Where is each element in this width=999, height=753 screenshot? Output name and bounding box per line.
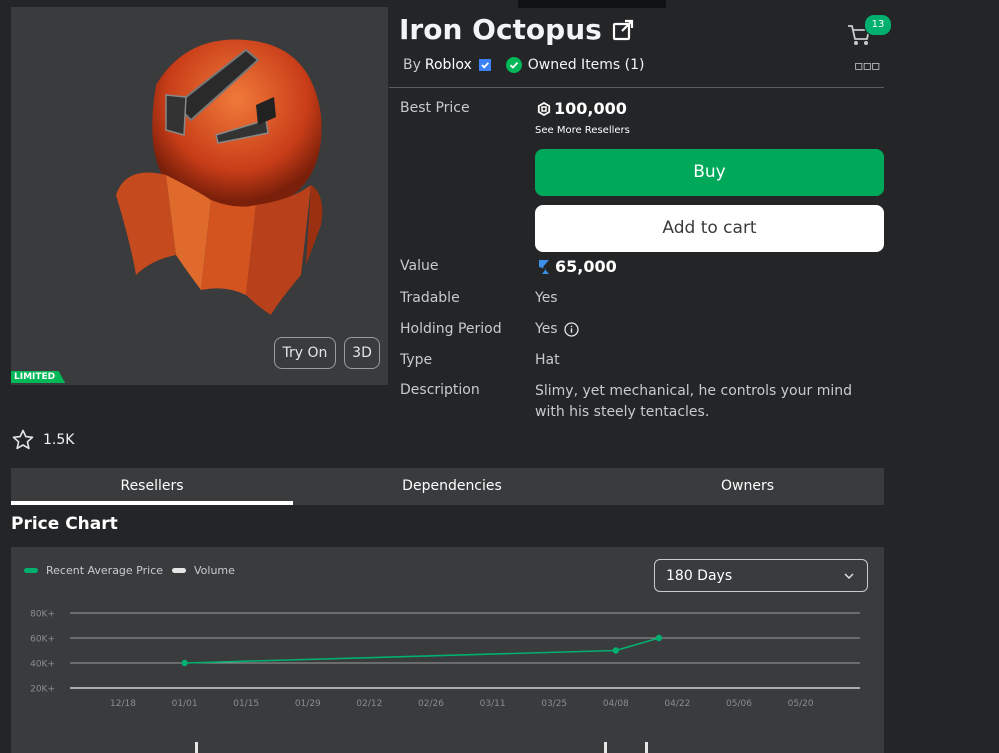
tradable-label: Tradable — [400, 290, 460, 306]
item-thumbnail: LIMITED — [11, 7, 388, 385]
check-circle-icon — [505, 57, 522, 73]
item-title-row: Iron Octopus — [399, 13, 634, 46]
value-label: Value — [400, 258, 439, 274]
volume-bar — [645, 742, 648, 753]
x-tick-label: 04/22 — [664, 699, 690, 709]
star-icon — [12, 429, 34, 450]
x-tick-label: 02/26 — [418, 699, 444, 709]
x-tick-label: 04/08 — [603, 699, 629, 709]
item-value: 65,000 — [537, 257, 617, 276]
owned-items-label: Owned Items (1) — [527, 57, 645, 73]
item-title: Iron Octopus — [399, 13, 602, 46]
buy-button[interactable]: Buy — [535, 149, 884, 196]
x-tick-label: 12/18 — [110, 699, 136, 709]
holding-period-label: Holding Period — [400, 321, 502, 337]
type-label: Type — [400, 352, 433, 368]
favorite-count: 1.5K — [43, 432, 75, 448]
x-tick-label: 03/11 — [480, 699, 506, 709]
y-tick-label: 60K+ — [30, 635, 55, 645]
avg-price-point — [655, 634, 663, 642]
price-chart-plot: 20K+ 40K+ 60K+ 80K+ 12/18 01/01 01/15 01/29 02/1… — [30, 610, 860, 753]
volume-bar — [604, 742, 607, 753]
cart-count-badge: 13 — [864, 14, 892, 36]
holding-period-value: Yes — [535, 321, 558, 337]
description-label: Description — [400, 382, 480, 398]
y-tick-label: 80K+ — [30, 610, 55, 620]
byline: By Roblox Owned Items (1) — [403, 57, 645, 73]
price-chart-panel: Recent Average Price Volume 180 Days 20K… — [11, 547, 884, 753]
best-price-label: Best Price — [400, 100, 470, 116]
tab-resellers[interactable]: Resellers — [11, 468, 293, 505]
creator-link[interactable]: Roblox — [425, 57, 472, 73]
tradable-value: Yes — [535, 290, 558, 306]
external-link-icon[interactable] — [612, 19, 634, 41]
see-more-resellers-link[interactable]: See More Resellers — [535, 125, 630, 136]
y-tick-label: 20K+ — [30, 685, 55, 695]
x-tick-label: 01/29 — [295, 699, 321, 709]
type-value: Hat — [535, 352, 560, 368]
holding-period: Yes — [535, 321, 579, 337]
x-tick-label: 05/06 — [726, 699, 752, 709]
avg-price-point — [181, 659, 188, 667]
tab-owners[interactable]: Owners — [611, 468, 884, 505]
x-tick-label: 01/15 — [233, 699, 259, 709]
price-chart-heading: Price Chart — [11, 514, 118, 534]
divider — [389, 87, 884, 88]
by-label: By — [403, 57, 421, 73]
best-price: 100,000 — [537, 99, 627, 118]
try-on-button[interactable]: Try On — [274, 337, 336, 369]
tab-dependencies[interactable]: Dependencies — [293, 468, 611, 505]
iron-octopus-image — [116, 39, 323, 315]
favorite-control[interactable]: 1.5K — [11, 428, 74, 452]
verified-badge-icon — [478, 59, 491, 71]
avg-price-point — [612, 647, 619, 654]
owned-items[interactable]: Owned Items (1) — [505, 57, 645, 73]
rolimons-value-icon — [539, 259, 549, 274]
description-text: Slimy, yet mechanical, he controls your … — [535, 383, 852, 420]
tab-bar: Resellers Dependencies Owners — [11, 468, 884, 505]
view-3d-button[interactable]: 3D — [344, 337, 380, 369]
x-tick-label: 01/01 — [172, 699, 198, 709]
item-value-amount: 65,000 — [555, 257, 617, 276]
x-tick-label: 03/25 — [541, 699, 567, 709]
top-strip-dark — [518, 0, 666, 8]
best-price-value: 100,000 — [554, 99, 627, 118]
robux-icon — [537, 101, 551, 116]
y-tick-label: 40K+ — [30, 660, 55, 670]
avg-price-line — [184, 637, 660, 664]
add-to-cart-button[interactable]: Add to cart — [535, 205, 884, 252]
limited-tag: LIMITED — [11, 371, 66, 383]
volume-bar — [195, 742, 198, 753]
x-tick-label: 02/12 — [356, 699, 382, 709]
x-tick-label: 05/20 — [788, 699, 814, 709]
more-options-icon[interactable]: ▫▫▫ — [854, 58, 880, 74]
info-icon[interactable] — [563, 321, 579, 337]
